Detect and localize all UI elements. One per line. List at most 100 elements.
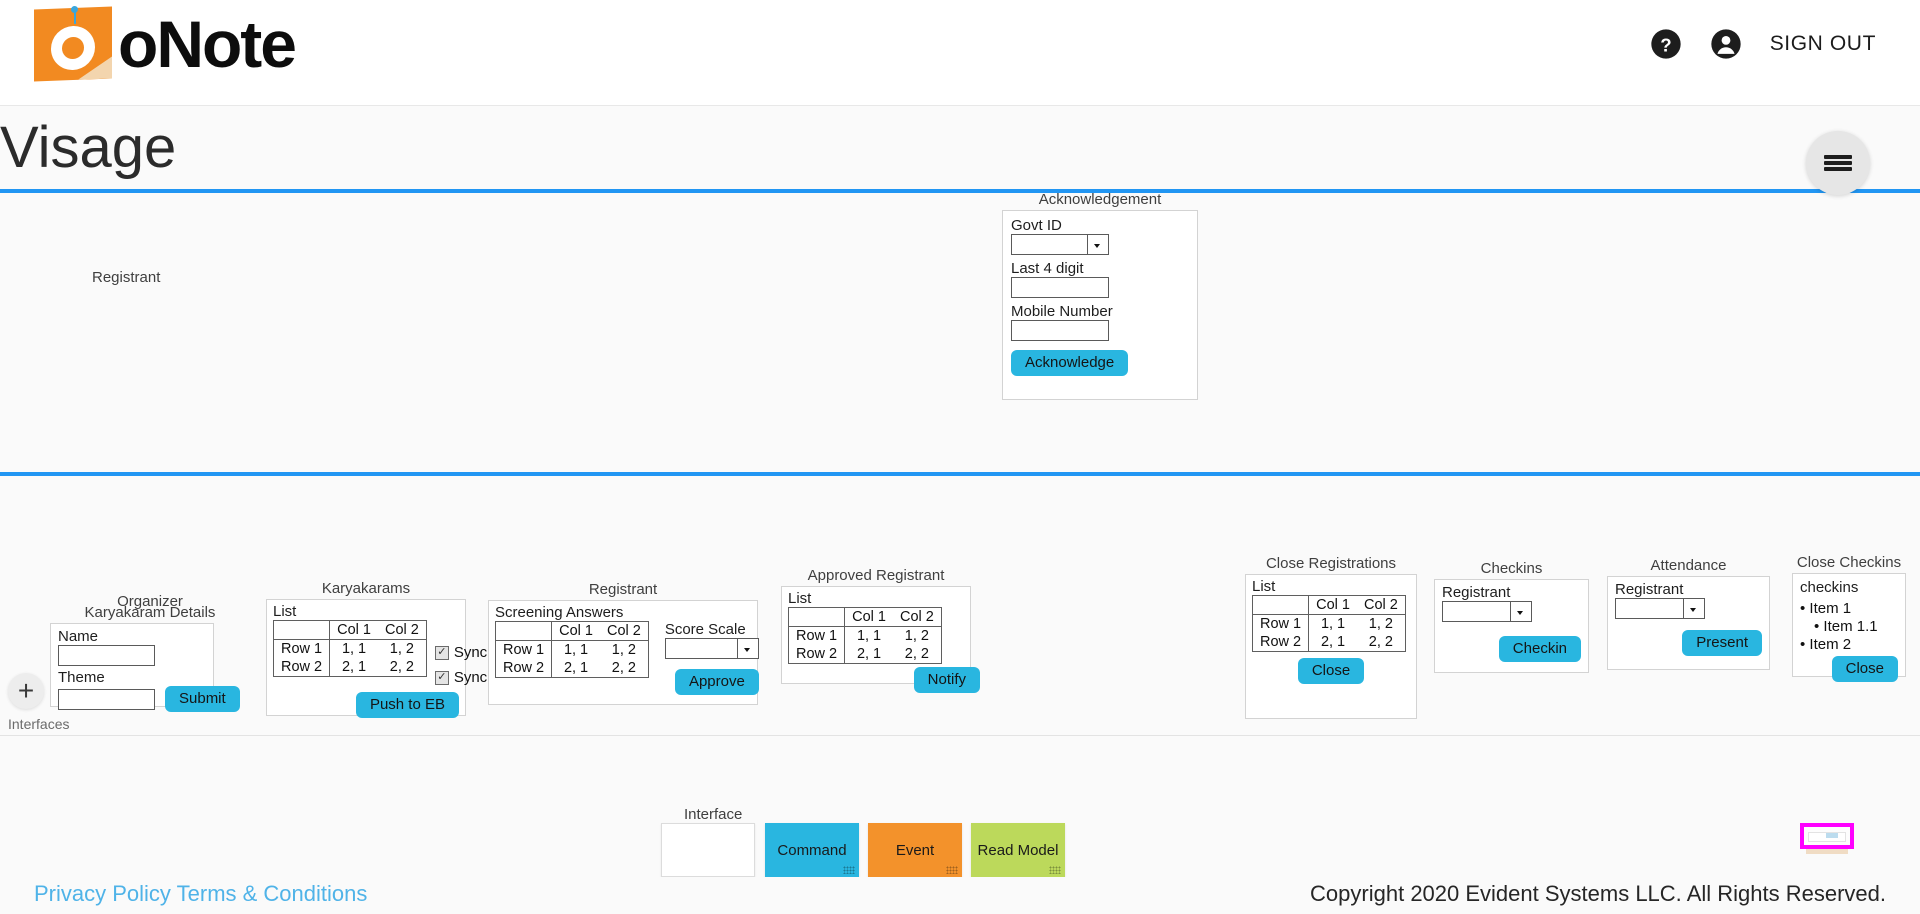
name-label: Name — [58, 628, 99, 645]
notify-button[interactable]: Notify — [913, 667, 980, 693]
table-row: Row 1 1, 1 1, 2 — [1252, 614, 1406, 633]
row-header: Row 1 — [495, 640, 553, 659]
page-title: Visage — [0, 115, 177, 180]
score-scale-select[interactable] — [664, 638, 759, 659]
checkins-list-title: checkins — [1800, 579, 1859, 596]
pin-icon — [71, 5, 78, 14]
account-circle-icon[interactable] — [1710, 28, 1742, 60]
govt-id-select[interactable] — [1011, 234, 1109, 255]
palette-command-block[interactable]: Command — [765, 823, 859, 877]
close-registrations-button[interactable]: Close — [1297, 658, 1365, 684]
sync-checkbox-2[interactable]: ✓ Sync — [434, 669, 487, 686]
attendance-registrant-select[interactable] — [1615, 598, 1705, 619]
attendance-caption: Attendance — [1650, 557, 1727, 574]
row-header: Row 1 — [1252, 614, 1310, 633]
organizer-caption: Karyakaram Details — [84, 604, 216, 621]
table-cell: 2, 2 — [611, 660, 636, 676]
close-checkins-caption: Close Checkins — [1796, 554, 1902, 571]
hamburger-menu-icon[interactable] — [1806, 131, 1870, 195]
table-row: Row 2 2, 1 2, 2 — [273, 658, 427, 677]
name-input[interactable] — [58, 645, 155, 666]
header-actions: ? SIGN OUT — [1650, 28, 1876, 60]
mobile-number-label: Mobile Number — [1011, 303, 1113, 320]
table-cell: 1, 1 — [856, 628, 882, 644]
table-cell: 2, 1 — [856, 646, 882, 662]
resize-grip-icon[interactable] — [843, 866, 855, 874]
registrant-card: Screening Answers Col 1 Col 2 Row 1 1, 1… — [488, 600, 759, 705]
close-checkins-widget: Close Checkins checkins Item 1 Item 1.1 … — [1792, 554, 1906, 682]
close-registrations-list-label: List — [1252, 578, 1276, 595]
acknowledge-button[interactable]: Acknowledge — [1011, 350, 1129, 376]
palette-read-model-block[interactable]: Read Model — [971, 823, 1065, 877]
palette-event-block[interactable]: Event — [868, 823, 962, 877]
karyakarams-table: Col 1 Col 2 Row 1 1, 1 1, 2 Row 2 2, 1 2… — [273, 620, 427, 677]
row-header: Row 2 — [1252, 633, 1310, 652]
palette-read-model-label: Read Model — [977, 841, 1059, 859]
palette-caption: Interface — [684, 806, 743, 823]
footer-links[interactable]: Privacy Policy Terms & Conditions — [34, 881, 367, 907]
theme-input[interactable] — [58, 688, 155, 710]
row-header: Row 2 — [495, 659, 553, 678]
table-cell: 2, 2 — [904, 646, 929, 662]
row-header: Row 1 — [273, 639, 331, 658]
table-row: Row 1 1, 1 1, 2 — [788, 626, 942, 645]
submit-button[interactable]: Submit — [165, 686, 240, 712]
table-cell: 2, 1 — [341, 659, 367, 675]
present-button[interactable]: Present — [1682, 630, 1762, 656]
sign-out-button[interactable]: SIGN OUT — [1770, 32, 1876, 56]
registrant-caption: Registrant — [588, 581, 658, 598]
checkins-card: Registrant Checkin — [1434, 579, 1589, 673]
approved-registrant-widget: Approved Registrant List Col 1 Col 2 Row… — [781, 568, 980, 693]
row-header: Row 2 — [788, 645, 846, 664]
attendance-card: Registrant Present — [1607, 576, 1770, 670]
selected-widget-shadow — [1806, 849, 1848, 854]
help-circle-icon[interactable]: ? — [1650, 28, 1682, 60]
sync-checkbox-1[interactable]: ✓ Sync — [434, 644, 487, 661]
checkins-registrant-select[interactable] — [1442, 601, 1532, 622]
row-header: Row 1 — [788, 626, 846, 645]
col-header: Col 2 — [599, 621, 649, 641]
registrant-lane-label: Registrant — [92, 269, 161, 286]
last4-input[interactable] — [1011, 277, 1109, 298]
organizer-widget: Organizer Karyakaram Details Name Theme … — [50, 594, 250, 712]
resize-grip-icon[interactable] — [946, 866, 958, 874]
add-interface-button[interactable] — [8, 673, 44, 709]
col-header: Col 1 — [329, 620, 378, 640]
resize-grip-icon[interactable] — [1049, 866, 1061, 874]
palette-blank-block[interactable] — [661, 823, 755, 877]
col-header — [1252, 595, 1310, 615]
table-cell: 2, 1 — [1320, 634, 1346, 650]
table-cell: 2, 2 — [389, 659, 414, 675]
app-header: oNote ? SIGN OUT — [0, 0, 1920, 106]
acknowledgement-caption: Acknowledgement — [1038, 191, 1162, 208]
close-registrations-table: Col 1 Col 2 Row 1 1, 1 1, 2 Row 2 2, 1 2… — [1252, 595, 1406, 652]
page-footer: Privacy Policy Terms & Conditions Copyri… — [0, 877, 1920, 914]
table-row: Row 2 2, 1 2, 2 — [788, 645, 942, 664]
col-header: Col 2 — [1356, 595, 1406, 615]
push-to-eb-button[interactable]: Push to EB — [355, 692, 459, 718]
table-cell: 1, 2 — [389, 641, 414, 657]
karyakarams-card: List Col 1 Col 2 Row 1 1, 1 1, 2 Row 2 2… — [266, 599, 487, 718]
table-cell: 2, 2 — [1368, 634, 1393, 650]
score-scale-label: Score Scale — [664, 621, 746, 638]
acknowledgement-widget: Acknowledgement Govt ID Last 4 digit Mob… — [1002, 192, 1198, 400]
attendance-widget: Attendance Registrant Present — [1607, 558, 1770, 670]
col-header — [273, 620, 331, 640]
col-header: Col 2 — [377, 620, 427, 640]
checkins-registrant-label: Registrant — [1442, 584, 1511, 601]
onote-logo-icon — [34, 5, 112, 82]
close-checkins-button[interactable]: Close — [1831, 656, 1898, 682]
approve-button[interactable]: Approve — [674, 669, 759, 695]
approved-registrant-card: List Col 1 Col 2 Row 1 1, 1 1, 2 Row 2 2… — [781, 586, 980, 693]
col-header — [495, 621, 553, 641]
mobile-number-input[interactable] — [1011, 320, 1109, 341]
registrant-widget: Registrant Screening Answers Col 1 Col 2… — [488, 581, 759, 705]
table-row: Row 1 1, 1 1, 2 — [495, 640, 649, 659]
logo-ring — [51, 25, 95, 71]
col-header: Col 1 — [844, 607, 893, 627]
onote-logo[interactable]: oNote — [34, 5, 297, 82]
checkin-button[interactable]: Checkin — [1498, 636, 1581, 662]
selected-mini-widget[interactable] — [1800, 823, 1854, 849]
table-cell: 1, 2 — [1368, 616, 1393, 632]
table-row: Row 1 1, 1 1, 2 — [273, 639, 427, 658]
